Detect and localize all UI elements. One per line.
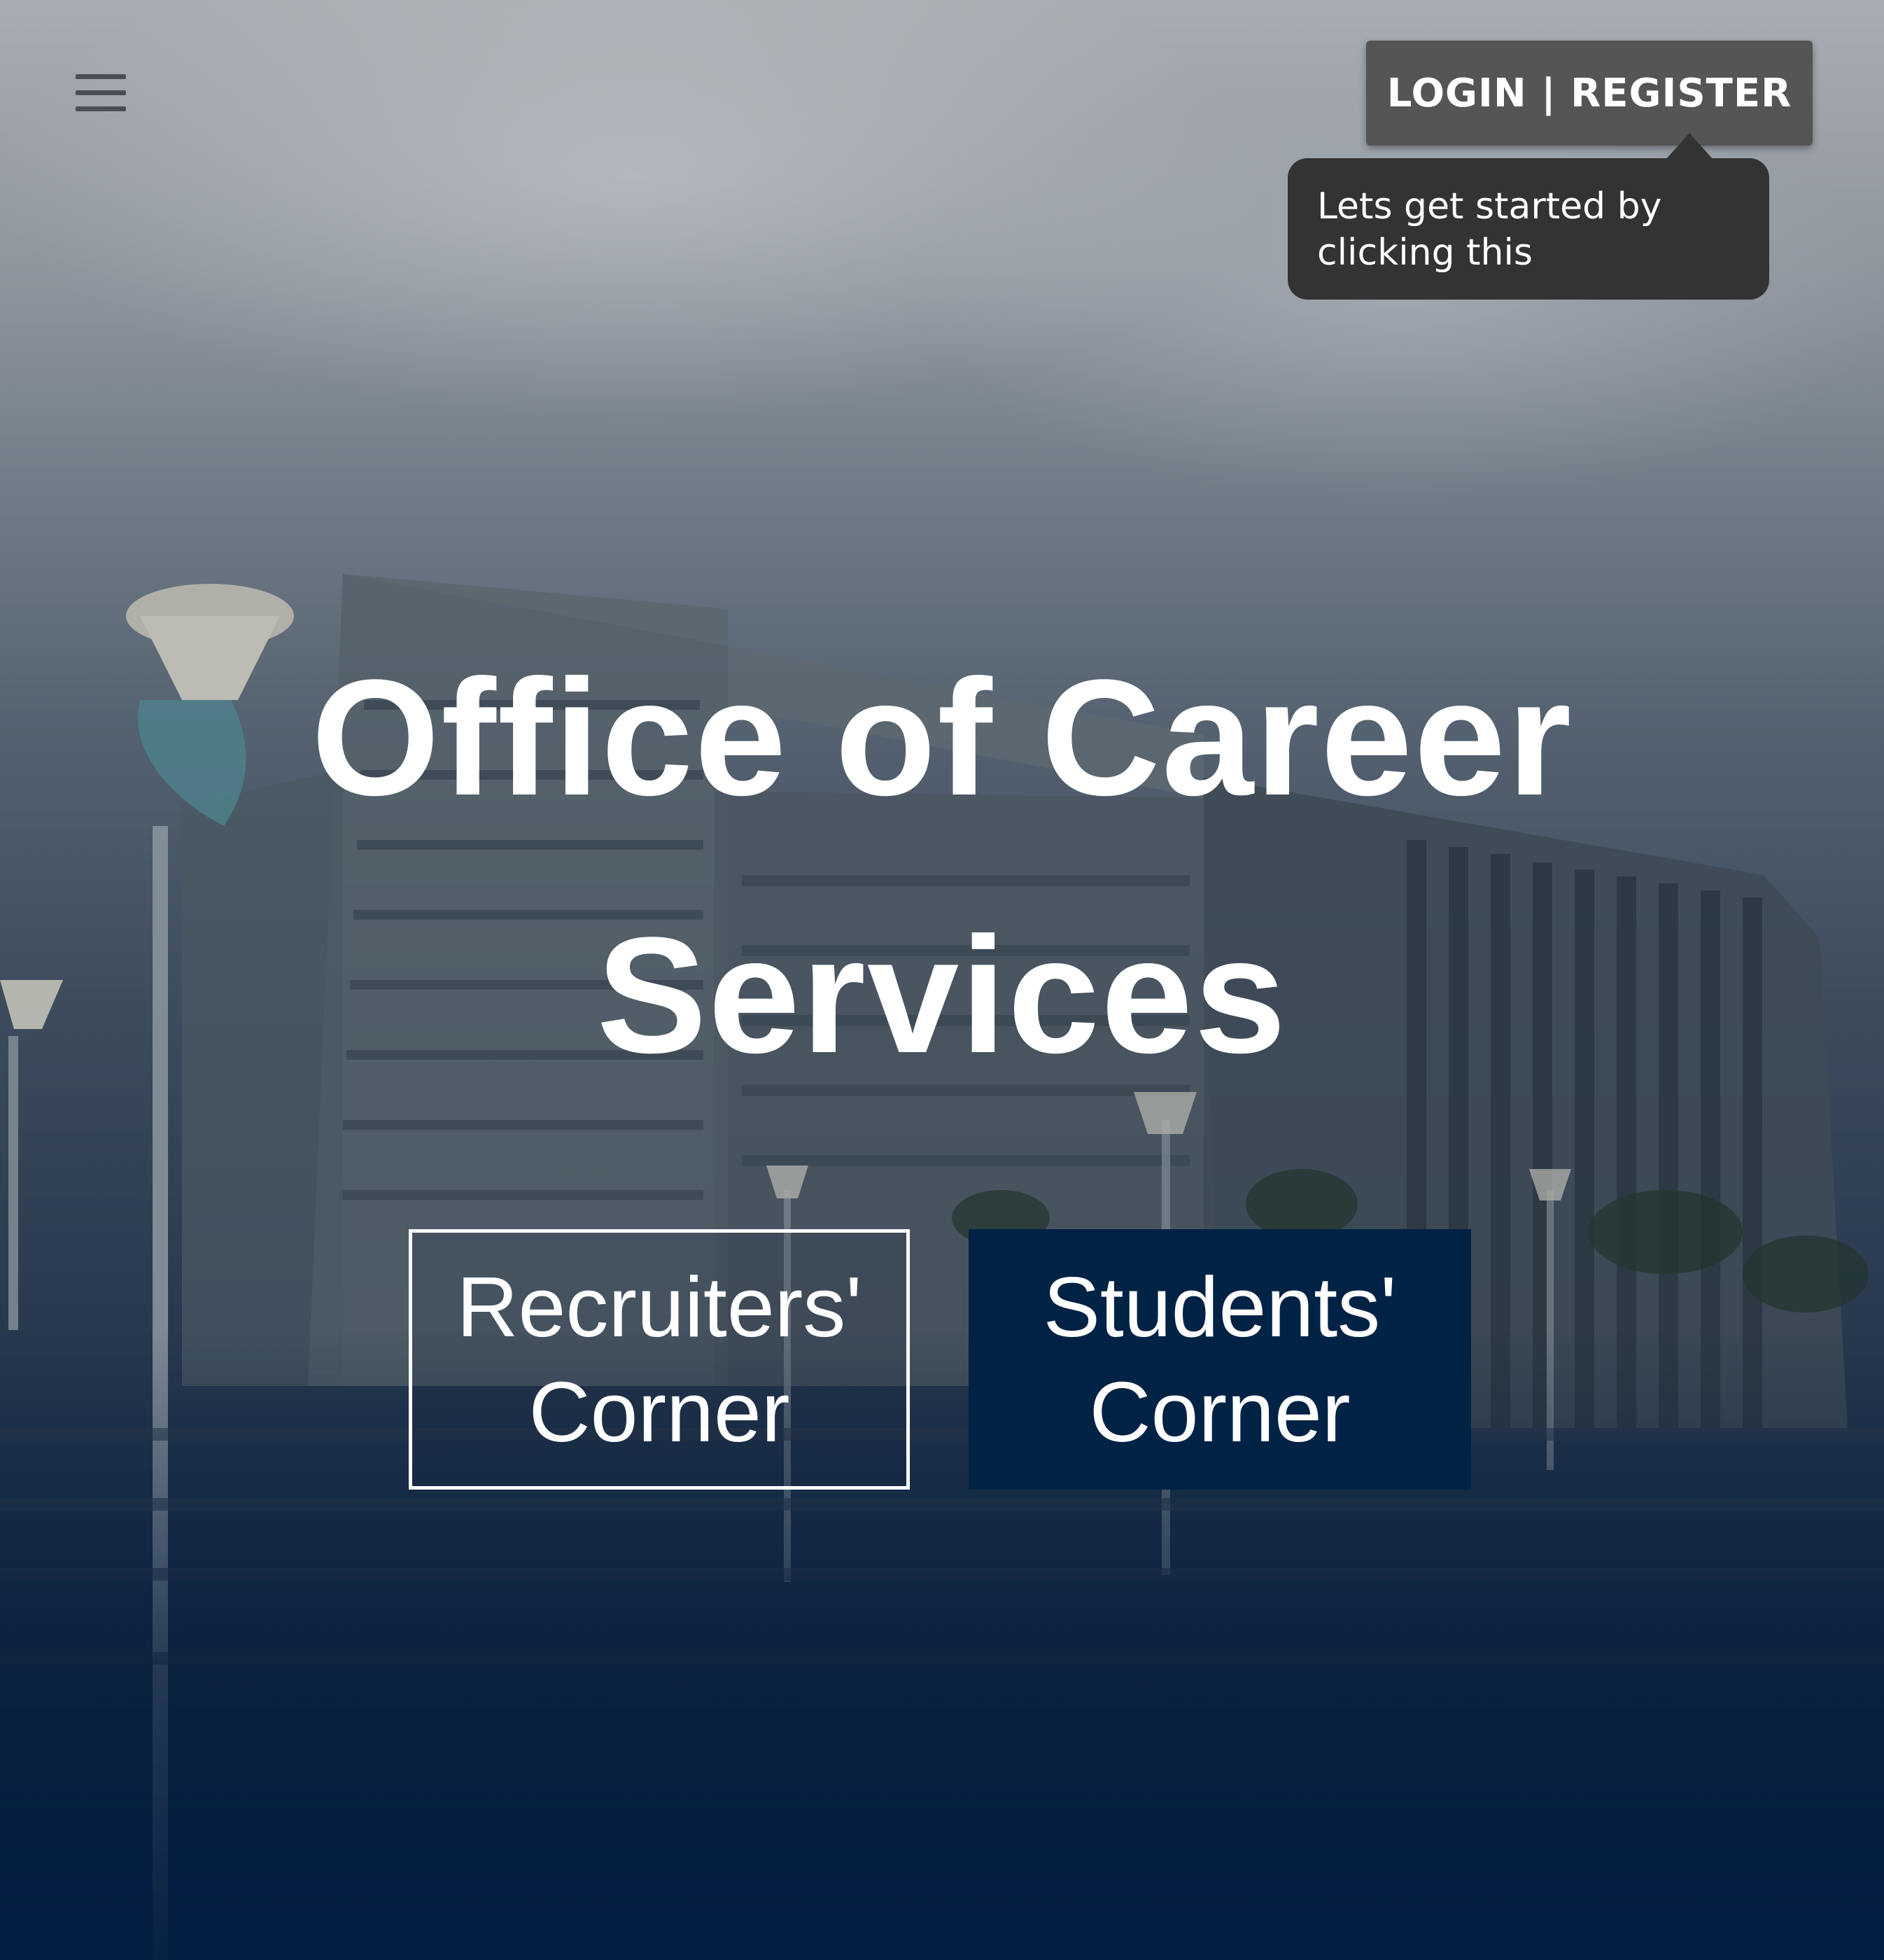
recruiters-corner-label-line1: Recruiters' (456, 1259, 862, 1354)
menu-line (76, 106, 126, 111)
recruiters-corner-button[interactable]: Recruiters' Corner (409, 1229, 910, 1490)
ground-overlay (0, 1330, 1884, 1960)
page-title-line2: Services (596, 903, 1288, 1088)
recruiters-corner-label-line2: Corner (528, 1364, 790, 1460)
students-corner-button[interactable]: Students' Corner (969, 1229, 1471, 1490)
students-corner-label-line1: Students' (1043, 1259, 1397, 1354)
page-title: Office of Career Services (137, 609, 1747, 1124)
page-title-line1: Office of Career (311, 645, 1573, 830)
tooltip-arrow (1666, 133, 1713, 160)
students-corner-label-line2: Corner (1089, 1364, 1351, 1460)
tooltip-text: Lets get started by clicking this (1317, 186, 1662, 274)
login-register-button[interactable]: LOGIN | REGISTER (1366, 41, 1813, 146)
hamburger-menu-icon[interactable] (73, 73, 129, 115)
menu-line (76, 74, 126, 79)
menu-line (76, 90, 126, 95)
login-tooltip: Lets get started by clicking this (1288, 158, 1769, 300)
